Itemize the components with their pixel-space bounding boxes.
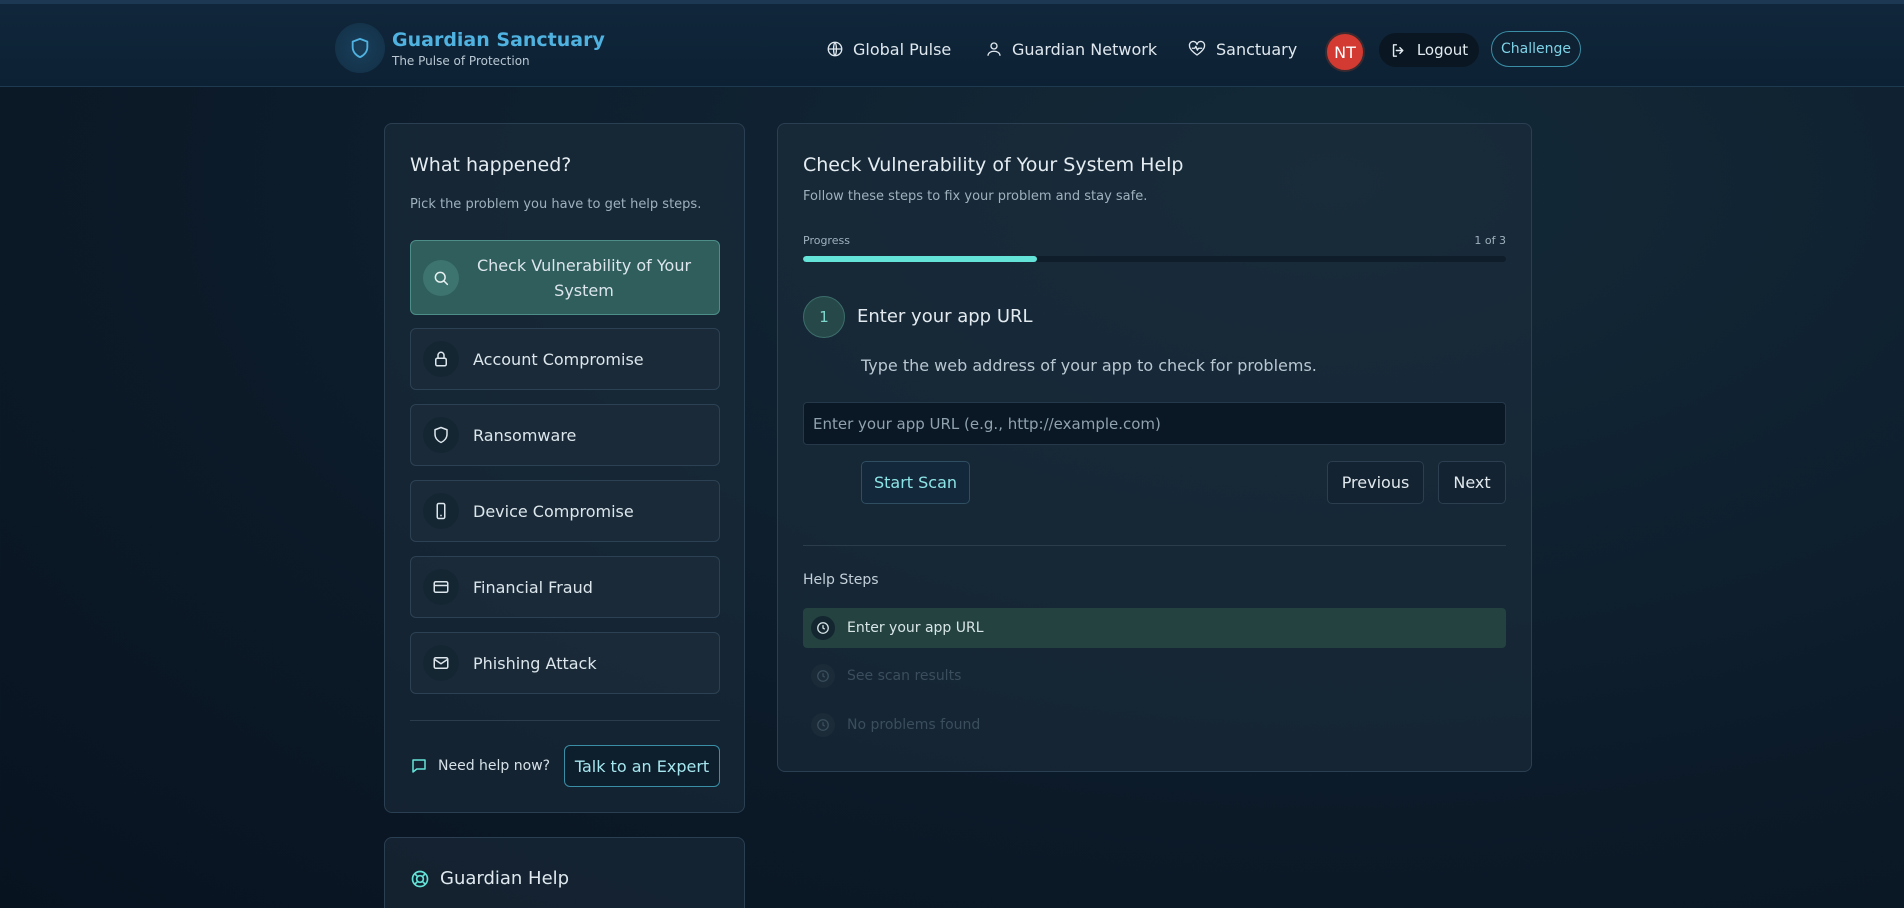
challenge-button[interactable]: Challenge (1491, 31, 1581, 67)
help-step-item[interactable]: No problems found (803, 705, 1506, 745)
guardian-help-title: Guardian Help (410, 868, 569, 889)
guardian-help-label: Guardian Help (440, 868, 570, 889)
problem-label: Device Compromise (473, 501, 634, 521)
step-description: Type the web address of your app to chec… (861, 356, 1317, 375)
user-avatar[interactable]: NT (1325, 32, 1365, 72)
mail-icon (423, 645, 459, 681)
help-steps-label: Help Steps (803, 572, 879, 588)
help-step-label: See scan results (847, 668, 962, 684)
problem-label: Account Compromise (473, 349, 644, 369)
nav-guardian-network[interactable]: Guardian Network (985, 31, 1157, 67)
clock-icon (811, 713, 835, 737)
divider (410, 720, 720, 721)
clock-icon (811, 616, 835, 640)
shield-icon (423, 417, 459, 453)
problem-label: Phishing Attack (473, 653, 597, 673)
app-url-input[interactable] (803, 402, 1506, 445)
next-button[interactable]: Next (1438, 461, 1506, 504)
nav-label: Guardian Network (1012, 39, 1158, 59)
step-title: Enter your app URL (857, 306, 1033, 327)
need-help-text: Need help now? (410, 757, 550, 775)
globe-icon (827, 41, 843, 57)
progress-count: 1 of 3 (1474, 234, 1506, 247)
wizard-title: Check Vulnerability of Your System Help (803, 154, 1184, 176)
lifebuoy-icon (411, 870, 429, 887)
help-wizard-panel: Check Vulnerability of Your System Help … (777, 123, 1532, 772)
nav-label: Global Pulse (853, 39, 952, 59)
help-step-label: Enter your app URL (847, 620, 984, 636)
lock-icon (423, 341, 459, 377)
panel-title: What happened? (410, 154, 572, 176)
problem-label: Check Vulnerability of Your System (476, 255, 692, 300)
problem-ransomware[interactable]: Ransomware (410, 404, 720, 466)
previous-button[interactable]: Previous (1327, 461, 1424, 504)
progress-bar (803, 256, 1506, 262)
talk-to-expert-button[interactable]: Talk to an Expert (564, 745, 720, 787)
phone-icon (423, 493, 459, 529)
problem-check-vulnerability[interactable]: Check Vulnerability of Your System (410, 240, 720, 315)
nav-label: Sanctuary (1216, 39, 1298, 59)
clock-icon (811, 664, 835, 688)
logout-icon (1392, 43, 1404, 57)
brand[interactable]: Guardian Sanctuary The Pulse of Protecti… (335, 23, 605, 73)
problem-phishing-attack[interactable]: Phishing Attack (410, 632, 720, 694)
problem-account-compromise[interactable]: Account Compromise (410, 328, 720, 390)
shield-logo-icon (335, 23, 385, 73)
brand-title: Guardian Sanctuary (392, 28, 605, 51)
nav-sanctuary[interactable]: Sanctuary (1187, 31, 1297, 67)
step-number-badge: 1 (803, 296, 845, 338)
problem-label: Financial Fraud (473, 577, 593, 597)
heart-pulse-icon (1188, 40, 1206, 56)
progress-fill (803, 256, 1038, 262)
credit-card-icon (423, 569, 459, 605)
problem-selector-panel: What happened? Pick the problem you have… (384, 123, 745, 813)
problem-label: Ransomware (473, 425, 577, 445)
progress-label: Progress (803, 234, 850, 247)
chat-icon (412, 759, 426, 773)
divider (803, 545, 1506, 546)
need-help-label: Need help now? (438, 758, 551, 774)
logout-button[interactable]: Logout (1379, 33, 1479, 67)
problem-device-compromise[interactable]: Device Compromise (410, 480, 720, 542)
guardian-help-panel: Guardian Help (384, 837, 745, 908)
user-icon (987, 42, 1001, 56)
help-step-item[interactable]: Enter your app URL (803, 608, 1506, 648)
start-scan-button[interactable]: Start Scan (861, 461, 970, 504)
top-header: Guardian Sanctuary The Pulse of Protecti… (0, 0, 1904, 87)
problem-financial-fraud[interactable]: Financial Fraud (410, 556, 720, 618)
brand-subtitle: The Pulse of Protection (392, 53, 530, 68)
help-step-item[interactable]: See scan results (803, 656, 1506, 696)
nav-global-pulse[interactable]: Global Pulse (826, 31, 951, 67)
search-icon (423, 259, 459, 296)
panel-subtitle: Pick the problem you have to get help st… (410, 197, 702, 212)
help-step-label: No problems found (847, 717, 981, 733)
wizard-subtitle: Follow these steps to fix your problem a… (803, 189, 1148, 204)
logout-label: Logout (1416, 41, 1469, 59)
